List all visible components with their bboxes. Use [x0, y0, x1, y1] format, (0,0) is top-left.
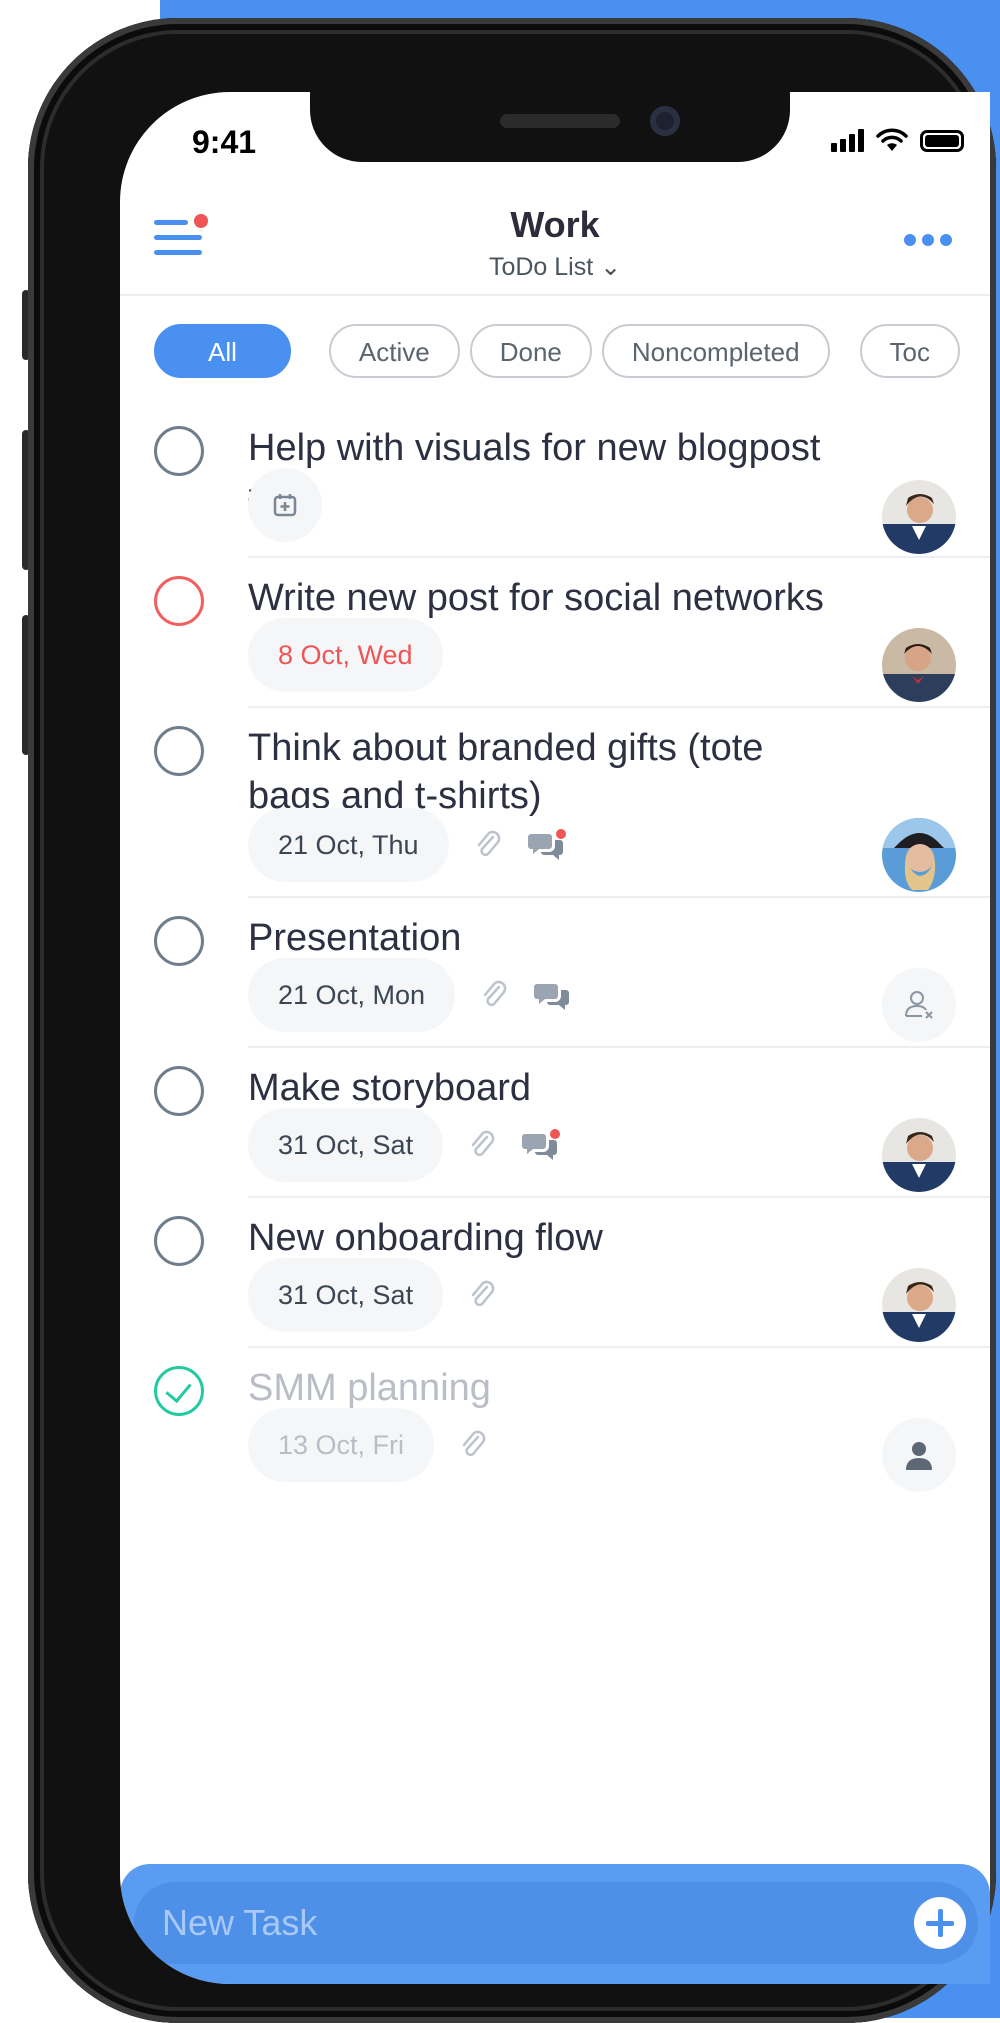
filter-active[interactable]: Active: [328, 324, 460, 378]
more-icon[interactable]: [904, 234, 952, 246]
avatar-man-1: [882, 1118, 956, 1192]
task-title: Make storyboard: [248, 1067, 532, 1109]
attachment-icon[interactable]: [456, 1428, 490, 1462]
due-date-badge[interactable]: 13 Oct, Fri: [248, 1408, 435, 1482]
filter-noncompleted[interactable]: Noncompleted: [601, 324, 830, 378]
due-date-badge[interactable]: 8 Oct, Wed: [248, 618, 443, 692]
task-title: Help with visuals for new blogpost #22: [248, 427, 821, 517]
camera: [650, 106, 680, 136]
add-date-button[interactable]: [248, 468, 322, 542]
avatar-man-1: [882, 1268, 956, 1342]
battery-icon: [920, 130, 964, 152]
user-icon: [906, 1442, 932, 1470]
avatar[interactable]: [882, 628, 956, 702]
notch: [310, 92, 790, 162]
avatar[interactable]: [882, 818, 956, 892]
due-date-badge[interactable]: 31 Oct, Sat: [248, 1258, 444, 1332]
task-divider: [248, 1346, 990, 1348]
task-title: New onboarding flow: [248, 1217, 603, 1259]
task-checkbox[interactable]: [154, 426, 204, 476]
phone-frame: 9:41 Work ToDo List ⌄ All Active Done No…: [28, 18, 996, 2023]
comments-icon[interactable]: [533, 978, 573, 1012]
comments-icon[interactable]: [521, 1128, 561, 1162]
task-checkbox[interactable]: [154, 1066, 204, 1116]
task-title: SMM planning: [248, 1367, 491, 1409]
page-title: Work: [510, 204, 600, 245]
filter-bar: All Active Done Noncompleted Toc: [154, 324, 960, 378]
task-title: Write new post for social networks: [248, 577, 824, 619]
avatar[interactable]: [882, 1418, 956, 1492]
avatar[interactable]: [882, 480, 956, 554]
chat-bubble-icon: [527, 829, 566, 860]
attachment-icon[interactable]: [465, 1278, 499, 1312]
screen: 9:41 Work ToDo List ⌄ All Active Done No…: [120, 92, 990, 1984]
task-checkbox[interactable]: [154, 916, 204, 966]
task-divider: [248, 1046, 990, 1048]
calendar-add-icon: [273, 494, 297, 517]
user-remove-icon: [905, 991, 933, 1019]
speaker: [500, 114, 620, 128]
avatar[interactable]: [882, 1118, 956, 1192]
filter-done[interactable]: Done: [469, 324, 592, 378]
avatar-man-2: [882, 628, 956, 702]
status-time: 9:41: [192, 124, 257, 160]
signal-icon: [831, 129, 864, 152]
due-date-badge[interactable]: 31 Oct, Sat: [248, 1108, 444, 1182]
task-divider: [248, 556, 990, 558]
chat-bubble-icon: [534, 984, 570, 1010]
status-icons: [831, 128, 964, 152]
task-checkbox[interactable]: [154, 576, 204, 626]
filter-today[interactable]: Toc: [859, 324, 960, 378]
attachment-icon[interactable]: [477, 978, 511, 1012]
header-divider: [120, 294, 990, 296]
comments-icon[interactable]: [527, 828, 567, 862]
attachment-icon[interactable]: [465, 1128, 499, 1162]
task-divider: [248, 706, 990, 708]
avatar-man-1: [882, 480, 956, 554]
unread-dot: [555, 829, 566, 839]
wifi-icon: [876, 128, 908, 151]
task-divider: [248, 1196, 990, 1198]
new-task-input[interactable]: New Task: [134, 1882, 978, 1964]
filter-all[interactable]: All: [154, 324, 291, 378]
task-title: Think about branded gifts (tote bags and…: [248, 727, 764, 817]
avatar-woman: [882, 818, 956, 892]
due-date-badge[interactable]: 21 Oct, Mon: [248, 958, 456, 1032]
task-title: Presentation: [248, 917, 462, 959]
chat-bubble-icon: [522, 1129, 561, 1160]
attachment-icon[interactable]: [471, 828, 505, 862]
add-task-button[interactable]: [914, 1897, 966, 1949]
task-checkbox[interactable]: [154, 726, 204, 776]
due-date-badge[interactable]: 21 Oct, Thu: [248, 808, 449, 882]
assign-user-button[interactable]: [882, 968, 956, 1042]
list-selector[interactable]: ToDo List ⌄: [120, 252, 990, 282]
task-checkbox-checked[interactable]: [154, 1366, 204, 1416]
avatar[interactable]: [882, 1268, 956, 1342]
new-task-bar: New Task: [120, 1864, 990, 1984]
task-divider: [248, 896, 990, 898]
new-task-placeholder: New Task: [162, 1902, 318, 1943]
task-checkbox[interactable]: [154, 1216, 204, 1266]
unread-dot: [550, 1129, 561, 1139]
